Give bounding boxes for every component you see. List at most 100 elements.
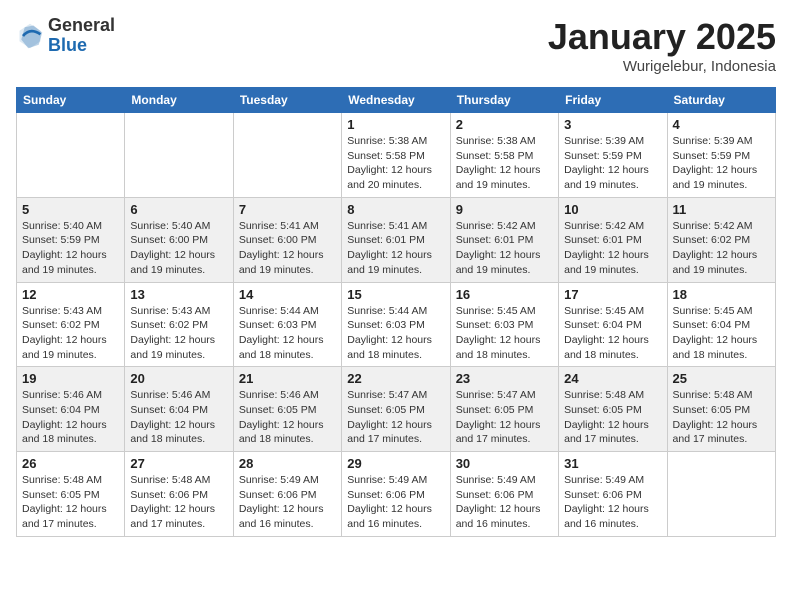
day-info: Sunrise: 5:40 AM Sunset: 5:59 PM Dayligh… bbox=[22, 219, 119, 278]
day-number: 25 bbox=[673, 371, 770, 386]
location: Wurigelebur, Indonesia bbox=[548, 58, 776, 75]
day-number: 24 bbox=[564, 371, 661, 386]
day-info: Sunrise: 5:46 AM Sunset: 6:04 PM Dayligh… bbox=[22, 388, 119, 447]
day-number: 11 bbox=[673, 202, 770, 217]
calendar-cell: 4Sunrise: 5:39 AM Sunset: 5:59 PM Daylig… bbox=[667, 113, 775, 198]
calendar-cell: 24 Sunrise: 5:48 AM Sunset: 6:05 PM Dayli… bbox=[559, 367, 667, 452]
calendar-cell: 12 Sunrise: 5:43 AM Sunset: 6:02 PM Dayli… bbox=[17, 282, 125, 367]
calendar-header-wednesday: Wednesday bbox=[342, 88, 450, 113]
logo-icon bbox=[16, 22, 44, 50]
day-info: Sunrise: 5:41 AM Sunset: 6:01 PM Dayligh… bbox=[347, 219, 444, 278]
day-info: Sunrise: 5:43 AM Sunset: 6:02 PM Dayligh… bbox=[130, 304, 227, 363]
day-number: 7 bbox=[239, 202, 336, 217]
title-block: January 2025 Wurigelebur, Indonesia bbox=[548, 16, 776, 75]
calendar-week-1: 1 Sunrise: 5:38 AM Sunset: 5:58 PM Daylig… bbox=[17, 113, 776, 198]
day-info: Sunrise: 5:42 AM Sunset: 6:01 PM Dayligh… bbox=[564, 219, 661, 278]
calendar-header-row: SundayMondayTuesdayWednesdayThursdayFrid… bbox=[17, 88, 776, 113]
day-number: 21 bbox=[239, 371, 336, 386]
logo: General Blue bbox=[16, 16, 115, 56]
calendar-cell bbox=[125, 113, 233, 198]
calendar-cell bbox=[667, 452, 775, 537]
logo-text: General Blue bbox=[48, 16, 115, 56]
logo-blue-text: Blue bbox=[48, 36, 115, 56]
calendar-cell: 5 Sunrise: 5:40 AM Sunset: 5:59 PM Daylig… bbox=[17, 197, 125, 282]
day-info: Sunrise: 5:48 AM Sunset: 6:05 PM Dayligh… bbox=[564, 388, 661, 447]
day-info: Sunrise: 5:43 AM Sunset: 6:02 PM Dayligh… bbox=[22, 304, 119, 363]
calendar-header-tuesday: Tuesday bbox=[233, 88, 341, 113]
calendar-cell: 9Sunrise: 5:42 AM Sunset: 6:01 PM Daylig… bbox=[450, 197, 558, 282]
day-number: 26 bbox=[22, 456, 119, 471]
calendar-cell: 20 Sunrise: 5:46 AM Sunset: 6:04 PM Dayli… bbox=[125, 367, 233, 452]
calendar-cell: 1 Sunrise: 5:38 AM Sunset: 5:58 PM Daylig… bbox=[342, 113, 450, 198]
day-number: 16 bbox=[456, 287, 553, 302]
day-info: Sunrise: 5:46 AM Sunset: 6:04 PM Dayligh… bbox=[130, 388, 227, 447]
day-number: 2 bbox=[456, 117, 553, 132]
calendar-cell bbox=[17, 113, 125, 198]
day-info: Sunrise: 5:39 AM Sunset: 5:59 PM Dayligh… bbox=[564, 134, 661, 193]
page-header: General Blue January 2025 Wurigelebur, I… bbox=[16, 16, 776, 75]
calendar-cell: 16 Sunrise: 5:45 AM Sunset: 6:03 PM Dayli… bbox=[450, 282, 558, 367]
calendar-cell: 25 Sunrise: 5:48 AM Sunset: 6:05 PM Dayli… bbox=[667, 367, 775, 452]
calendar-cell: 30 Sunrise: 5:49 AM Sunset: 6:06 PM Dayli… bbox=[450, 452, 558, 537]
day-info: Sunrise: 5:47 AM Sunset: 6:05 PM Dayligh… bbox=[347, 388, 444, 447]
day-info: Sunrise: 5:38 AM Sunset: 5:58 PM Dayligh… bbox=[347, 134, 444, 193]
month-title: January 2025 bbox=[548, 16, 776, 58]
day-number: 22 bbox=[347, 371, 444, 386]
calendar-cell: 26 Sunrise: 5:48 AM Sunset: 6:05 PM Dayli… bbox=[17, 452, 125, 537]
day-number: 20 bbox=[130, 371, 227, 386]
day-number: 5 bbox=[22, 202, 119, 217]
day-info: Sunrise: 5:48 AM Sunset: 6:05 PM Dayligh… bbox=[673, 388, 770, 447]
calendar-cell: 22 Sunrise: 5:47 AM Sunset: 6:05 PM Dayli… bbox=[342, 367, 450, 452]
day-info: Sunrise: 5:48 AM Sunset: 6:06 PM Dayligh… bbox=[130, 473, 227, 532]
calendar-cell: 28Sunrise: 5:49 AM Sunset: 6:06 PM Dayli… bbox=[233, 452, 341, 537]
calendar-cell: 18 Sunrise: 5:45 AM Sunset: 6:04 PM Dayli… bbox=[667, 282, 775, 367]
day-number: 10 bbox=[564, 202, 661, 217]
day-number: 15 bbox=[347, 287, 444, 302]
day-info: Sunrise: 5:44 AM Sunset: 6:03 PM Dayligh… bbox=[347, 304, 444, 363]
day-number: 18 bbox=[673, 287, 770, 302]
calendar-cell: 29Sunrise: 5:49 AM Sunset: 6:06 PM Dayli… bbox=[342, 452, 450, 537]
calendar-cell: 8 Sunrise: 5:41 AM Sunset: 6:01 PM Daylig… bbox=[342, 197, 450, 282]
calendar-week-5: 26 Sunrise: 5:48 AM Sunset: 6:05 PM Dayli… bbox=[17, 452, 776, 537]
day-info: Sunrise: 5:46 AM Sunset: 6:05 PM Dayligh… bbox=[239, 388, 336, 447]
calendar-cell: 21 Sunrise: 5:46 AM Sunset: 6:05 PM Dayli… bbox=[233, 367, 341, 452]
day-info: Sunrise: 5:42 AM Sunset: 6:02 PM Dayligh… bbox=[673, 219, 770, 278]
calendar-cell: 15 Sunrise: 5:44 AM Sunset: 6:03 PM Dayli… bbox=[342, 282, 450, 367]
calendar-cell: 31Sunrise: 5:49 AM Sunset: 6:06 PM Dayli… bbox=[559, 452, 667, 537]
day-number: 3 bbox=[564, 117, 661, 132]
day-number: 6 bbox=[130, 202, 227, 217]
day-info: Sunrise: 5:41 AM Sunset: 6:00 PM Dayligh… bbox=[239, 219, 336, 278]
day-number: 12 bbox=[22, 287, 119, 302]
calendar-cell: 3 Sunrise: 5:39 AM Sunset: 5:59 PM Daylig… bbox=[559, 113, 667, 198]
day-info: Sunrise: 5:49 AM Sunset: 6:06 PM Dayligh… bbox=[456, 473, 553, 532]
calendar-header-thursday: Thursday bbox=[450, 88, 558, 113]
calendar-cell: 6 Sunrise: 5:40 AM Sunset: 6:00 PM Daylig… bbox=[125, 197, 233, 282]
day-info: Sunrise: 5:45 AM Sunset: 6:03 PM Dayligh… bbox=[456, 304, 553, 363]
day-number: 19 bbox=[22, 371, 119, 386]
day-info: Sunrise: 5:38 AM Sunset: 5:58 PM Dayligh… bbox=[456, 134, 553, 193]
day-number: 13 bbox=[130, 287, 227, 302]
calendar-cell: 7 Sunrise: 5:41 AM Sunset: 6:00 PM Daylig… bbox=[233, 197, 341, 282]
day-info: Sunrise: 5:40 AM Sunset: 6:00 PM Dayligh… bbox=[130, 219, 227, 278]
day-info: Sunrise: 5:48 AM Sunset: 6:05 PM Dayligh… bbox=[22, 473, 119, 532]
calendar-week-3: 12 Sunrise: 5:43 AM Sunset: 6:02 PM Dayli… bbox=[17, 282, 776, 367]
calendar-table: SundayMondayTuesdayWednesdayThursdayFrid… bbox=[16, 87, 776, 537]
day-number: 30 bbox=[456, 456, 553, 471]
logo-general: General bbox=[48, 16, 115, 36]
day-info: Sunrise: 5:45 AM Sunset: 6:04 PM Dayligh… bbox=[564, 304, 661, 363]
calendar-cell: 27 Sunrise: 5:48 AM Sunset: 6:06 PM Dayli… bbox=[125, 452, 233, 537]
day-info: Sunrise: 5:42 AM Sunset: 6:01 PM Dayligh… bbox=[456, 219, 553, 278]
day-info: Sunrise: 5:49 AM Sunset: 6:06 PM Dayligh… bbox=[239, 473, 336, 532]
day-number: 17 bbox=[564, 287, 661, 302]
day-number: 8 bbox=[347, 202, 444, 217]
day-info: Sunrise: 5:44 AM Sunset: 6:03 PM Dayligh… bbox=[239, 304, 336, 363]
calendar-header-saturday: Saturday bbox=[667, 88, 775, 113]
day-number: 27 bbox=[130, 456, 227, 471]
day-number: 23 bbox=[456, 371, 553, 386]
day-number: 1 bbox=[347, 117, 444, 132]
calendar-header-sunday: Sunday bbox=[17, 88, 125, 113]
calendar-cell: 2 Sunrise: 5:38 AM Sunset: 5:58 PM Daylig… bbox=[450, 113, 558, 198]
calendar-cell: 19 Sunrise: 5:46 AM Sunset: 6:04 PM Dayli… bbox=[17, 367, 125, 452]
calendar-header-friday: Friday bbox=[559, 88, 667, 113]
day-info: Sunrise: 5:45 AM Sunset: 6:04 PM Dayligh… bbox=[673, 304, 770, 363]
